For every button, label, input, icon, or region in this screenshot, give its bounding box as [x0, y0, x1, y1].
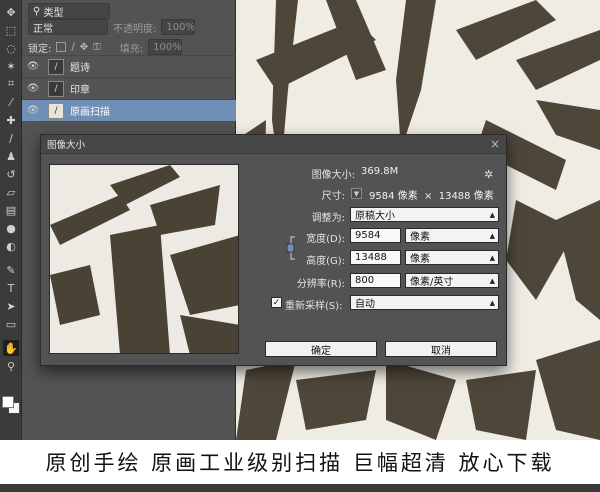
image-size-label: 图像大小:	[311, 170, 355, 181]
healing-icon[interactable]: ✚	[3, 112, 19, 128]
lock-all-icon[interactable]: ⚿	[93, 42, 101, 53]
crop-icon[interactable]: ⌗	[3, 76, 19, 92]
lock-paint-icon[interactable]: ∕	[71, 42, 74, 53]
resolution-unit-select[interactable]: 像素/英寸 ▲	[405, 273, 499, 288]
layer-name: 原画扫描	[70, 107, 110, 118]
resample-label: 重新采样(S):	[285, 301, 343, 312]
move-icon[interactable]: ✥	[3, 4, 19, 20]
resolution-field[interactable]: 800	[350, 273, 401, 288]
eye-icon[interactable]: 👁	[22, 105, 44, 116]
chevron-updown-icon: ▲	[489, 254, 495, 262]
dimensions-value: 9584 像素 × 13488 像素	[369, 191, 494, 202]
eraser-icon[interactable]: ▱	[3, 184, 19, 200]
image-preview[interactable]	[49, 164, 239, 354]
hand-icon[interactable]: ✋	[3, 340, 19, 356]
layer-thumbnail: ∕	[48, 80, 64, 97]
resample-checkbox[interactable]: ✓	[271, 297, 282, 308]
chevron-down-icon[interactable]: ▼	[351, 188, 362, 199]
lock-transparent-icon[interactable]	[56, 42, 67, 52]
history-brush-icon[interactable]: ↺	[3, 166, 19, 182]
width-label: 宽度(D):	[306, 234, 345, 245]
resample-value: 自动	[355, 299, 375, 310]
fit-to-label: 调整为:	[311, 213, 345, 224]
width-unit-select[interactable]: 像素 ▲	[405, 228, 499, 243]
gradient-icon[interactable]: ▤	[3, 202, 19, 218]
zoom-icon[interactable]: ⚲	[3, 358, 19, 374]
chevron-updown-icon: ▲	[489, 211, 495, 219]
opacity-field[interactable]: 100%	[161, 19, 196, 35]
cancel-button[interactable]: 取消	[385, 341, 497, 357]
width-field[interactable]: 9584	[350, 228, 401, 243]
eye-icon[interactable]: 👁	[22, 61, 44, 72]
layer-row[interactable]: 👁 ∕ 印章	[22, 77, 236, 99]
tools-panel: ✥ ⬚ ◌ ✶ ⌗ ⁄ ✚ ∕ ♟ ↺ ▱ ▤ ● ◐ ✎ T ➤ ▭ ✋ ⚲	[0, 0, 22, 440]
magic-wand-icon[interactable]: ✶	[3, 58, 19, 74]
blend-mode-select[interactable]: 正常	[28, 19, 108, 35]
resolution-unit-value: 像素/英寸	[410, 277, 454, 288]
search-icon: ⚲	[33, 5, 44, 17]
chevron-updown-icon: ▲	[489, 299, 495, 307]
dialog-title: 图像大小	[41, 135, 506, 154]
layer-name: 题诗	[70, 63, 90, 74]
chevron-updown-icon: ▲	[489, 277, 495, 285]
close-icon[interactable]: ×	[490, 137, 500, 151]
layer-name: 印章	[70, 85, 90, 96]
fill-field[interactable]: 100%	[148, 39, 183, 55]
image-size-dialog: 图像大小 × 图像大小: 369.8M ✲ 尺寸: ▼ 9584 像素 × 13…	[40, 134, 507, 366]
fill-label: 填充:	[119, 43, 144, 55]
gear-icon[interactable]: ✲	[484, 168, 493, 181]
height-label: 高度(G):	[306, 256, 345, 267]
path-select-icon[interactable]: ➤	[3, 298, 19, 314]
eye-icon[interactable]: 👁	[22, 83, 44, 94]
opacity-label: 不透明度:	[113, 23, 157, 35]
shape-icon[interactable]: ▭	[3, 316, 19, 332]
dodge-icon[interactable]: ◐	[3, 238, 19, 254]
dimensions-label: 尺寸:	[321, 191, 345, 202]
preview-image	[50, 165, 238, 353]
height-field[interactable]: 13488	[350, 250, 401, 265]
blur-icon[interactable]: ●	[3, 220, 19, 236]
height-unit-value: 像素	[410, 254, 430, 265]
width-unit-value: 像素	[410, 232, 430, 243]
resolution-label: 分辨率(R):	[296, 279, 345, 290]
lock-label: 锁定:	[28, 43, 52, 55]
image-size-value: 369.8M	[361, 166, 399, 177]
chevron-updown-icon: ▲	[489, 232, 495, 240]
stamp-icon[interactable]: ♟	[3, 148, 19, 164]
status-bar	[0, 484, 600, 492]
marquee-icon[interactable]: ⬚	[3, 22, 19, 38]
blend-row: 正常 不透明度: 100%	[22, 16, 236, 38]
promo-caption: 原创手绘 原画工业级别扫描 巨幅超清 放心下载	[0, 440, 600, 484]
fit-to-value: 原稿大小	[355, 211, 395, 222]
brush-icon[interactable]: ∕	[3, 130, 19, 146]
foreground-color-swatch[interactable]	[2, 396, 14, 408]
lock-position-icon[interactable]: ✥	[80, 42, 88, 53]
layer-thumbnail: ∕	[48, 58, 64, 75]
type-icon[interactable]: T	[3, 280, 19, 296]
resample-select[interactable]: 自动 ▲	[350, 295, 499, 310]
layer-row[interactable]: 👁 ∕ 题诗	[22, 55, 236, 77]
pen-icon[interactable]: ✎	[3, 262, 19, 278]
height-unit-select[interactable]: 像素 ▲	[405, 250, 499, 265]
eyedropper-icon[interactable]: ⁄	[3, 94, 19, 110]
fit-to-select[interactable]: 原稿大小 ▲	[350, 207, 499, 222]
ok-button[interactable]: 确定	[265, 341, 377, 357]
layer-thumbnail: ∕	[48, 102, 64, 119]
layer-row-selected[interactable]: 👁 ∕ 原画扫描	[22, 99, 236, 121]
lasso-icon[interactable]: ◌	[3, 40, 19, 56]
